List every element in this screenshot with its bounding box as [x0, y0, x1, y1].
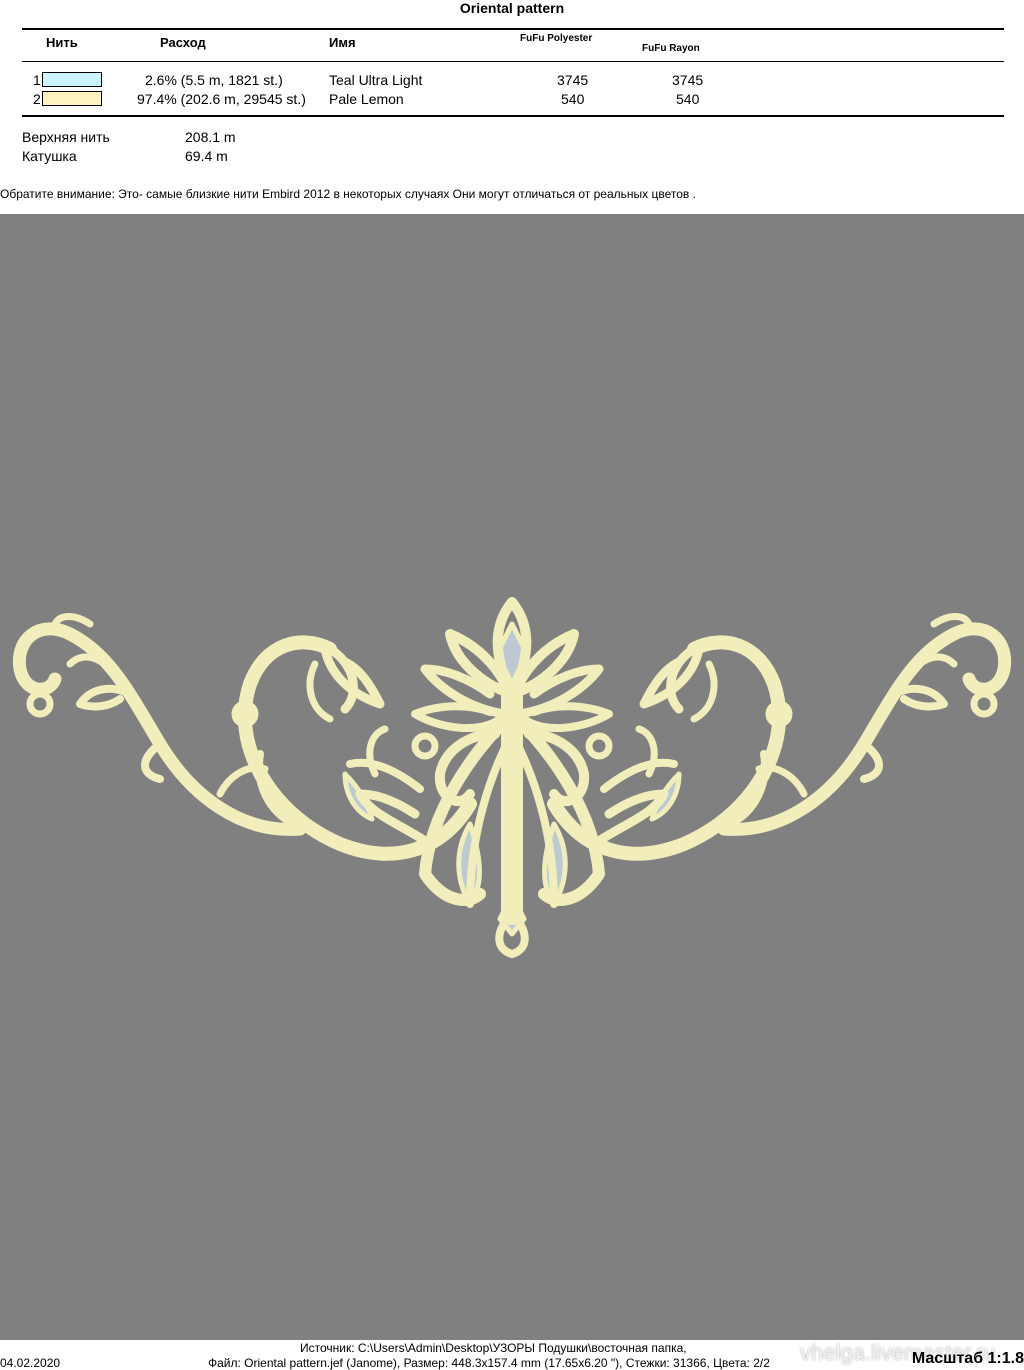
row-2-rayon-code: 540 — [676, 91, 700, 107]
top-thread-value: 208.1 m — [185, 129, 236, 145]
header-usage: Расход — [160, 35, 206, 50]
table-bottom-rule — [22, 115, 1004, 117]
scale-label: Масштаб 1:1.8 — [911, 1350, 1024, 1367]
row-1-color-swatch — [42, 72, 102, 87]
embroidery-preview — [0, 214, 1024, 1340]
header-name: Имя — [329, 35, 356, 50]
header-thread: Нить — [46, 35, 78, 50]
header-brand-polyester: FuFu Polyester — [520, 33, 593, 44]
row-1-usage: 2.6% (5.5 m, 1821 st.) — [145, 72, 283, 88]
table-top-rule — [22, 28, 1004, 30]
bobbin-label: Катушка — [22, 148, 77, 164]
header-brand-rayon: FuFu Rayon — [642, 43, 700, 54]
row-1-polyester-code: 3745 — [557, 72, 589, 88]
row-2-polyester-code: 540 — [561, 91, 585, 107]
footer-date: 04.02.2020 — [0, 1356, 61, 1370]
color-disclaimer-note: Обратите внимание: Это- самые близкие ни… — [0, 187, 696, 201]
page-title: Oriental pattern — [459, 0, 565, 16]
embroidery-ornament — [12, 597, 1012, 958]
row-1-number: 1 — [33, 72, 41, 88]
row-2-number: 2 — [33, 91, 41, 107]
top-thread-label: Верхняя нить — [22, 129, 110, 145]
bobbin-value: 69.4 m — [185, 148, 228, 164]
table-header-rule — [22, 61, 1004, 62]
row-1-name: Teal Ultra Light — [329, 72, 423, 88]
row-2-color-swatch — [42, 91, 102, 106]
row-2-name: Pale Lemon — [329, 91, 404, 107]
footer-source-path: Источник: C:\Users\Admin\Desktop\УЗОРЫ П… — [300, 1341, 687, 1355]
row-1-rayon-code: 3745 — [672, 72, 704, 88]
footer-file-info: Файл: Oriental pattern.jef (Janome), Раз… — [208, 1356, 770, 1370]
row-2-usage: 97.4% (202.6 m, 29545 st.) — [137, 91, 306, 107]
